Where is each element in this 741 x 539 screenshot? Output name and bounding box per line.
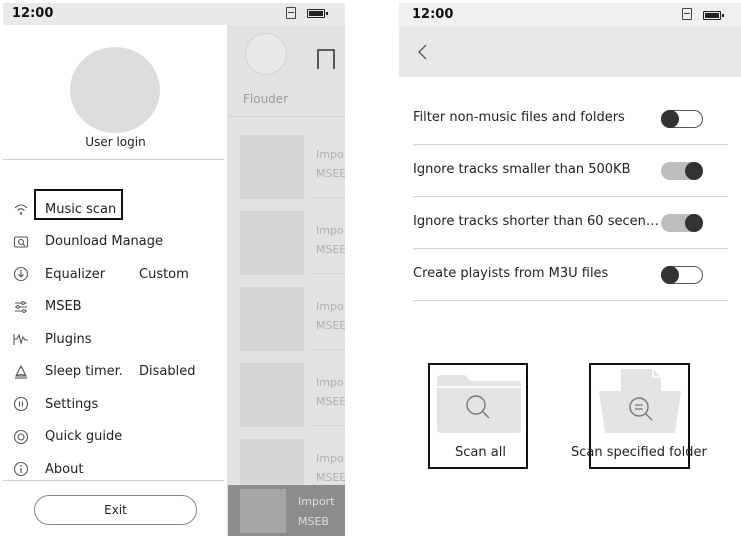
background-list-item: Impo MSEE xyxy=(228,205,345,281)
user-login-link[interactable]: User login xyxy=(3,135,228,149)
track-artist: MSEE xyxy=(316,167,345,180)
about-icon xyxy=(13,461,29,477)
menu-label: Plugins xyxy=(45,331,92,347)
setting-ignore-small-tracks: Ignore tracks smaller than 500KB xyxy=(413,145,728,197)
menu-label: Equalizer xyxy=(45,266,106,282)
track-title: Impo xyxy=(316,224,344,237)
player-thumbnail xyxy=(240,489,286,533)
exit-button[interactable]: Exit xyxy=(34,495,197,525)
scan-all-label: Scan all xyxy=(455,445,506,460)
background-tab-folder: Flouder xyxy=(243,92,289,106)
battery-icon xyxy=(703,11,724,20)
track-title: Impo xyxy=(316,376,344,389)
track-thumbnail xyxy=(240,287,304,351)
music-scan-highlight xyxy=(34,189,123,220)
drawer-divider xyxy=(3,159,224,160)
menu-item-equalizer[interactable]: Equalizer Custom xyxy=(3,258,228,291)
sd-card-icon xyxy=(682,8,692,20)
menu-label: Dounload Manage xyxy=(45,234,163,250)
music-note-icon xyxy=(317,49,335,69)
track-artist: MSEE xyxy=(316,471,345,484)
background-list-item: Impo MSEE xyxy=(228,357,345,433)
track-title: Impo xyxy=(316,300,344,313)
create-m3u-playlists-toggle[interactable] xyxy=(661,266,703,284)
equalizer-icon xyxy=(13,266,29,282)
row-divider xyxy=(313,197,345,198)
menu-item-plugins[interactable]: Plugins xyxy=(3,323,228,356)
setting-ignore-short-tracks: Ignore tracks shorter than 60 secen… xyxy=(413,197,728,249)
menu-label: Settings xyxy=(45,396,99,412)
wifi-scan-icon xyxy=(13,201,29,217)
menu-label: Sleep timer. xyxy=(45,364,123,380)
right-phone-screen: 12:00 Filter non-music files and folders… xyxy=(399,3,741,536)
drawer-menu: Music scan Dounload Manage Equalizer Cus… xyxy=(3,193,228,486)
sd-card-icon xyxy=(286,7,296,19)
status-time: 12:00 xyxy=(12,6,54,21)
player-artist: MSEB xyxy=(298,515,329,528)
setting-filter-non-music: Filter non-music files and folders xyxy=(413,93,728,145)
menu-label: About xyxy=(45,461,84,477)
setting-label: Create playists from M3U files xyxy=(413,266,609,281)
status-bar: 12:00 xyxy=(399,3,741,27)
menu-item-mseb[interactable]: MSEB xyxy=(3,291,228,324)
background-list-item: Impo MSEE xyxy=(228,129,345,205)
menu-item-quick-guide[interactable]: Quick guide xyxy=(3,421,228,454)
background-list-item: Impo MSEE xyxy=(228,281,345,357)
track-thumbnail xyxy=(240,363,304,427)
status-bar: 12:00 xyxy=(3,3,345,25)
setting-label: Filter non-music files and folders xyxy=(413,110,625,125)
setting-label: Ignore tracks smaller than 500KB xyxy=(413,162,631,177)
drawer-divider xyxy=(3,480,224,481)
toggle-knob xyxy=(685,162,703,180)
row-divider xyxy=(313,273,345,274)
equalizer-value: Custom xyxy=(139,266,189,282)
track-thumbnail xyxy=(240,211,304,275)
player-title: Import xyxy=(298,495,335,508)
track-artist: MSEE xyxy=(316,395,345,408)
track-artist: MSEE xyxy=(316,319,345,332)
background-tab-divider xyxy=(228,116,345,117)
track-title: Impo xyxy=(316,452,344,465)
mseb-sliders-icon xyxy=(13,299,29,315)
settings-icon xyxy=(13,396,29,412)
ignore-small-tracks-toggle[interactable] xyxy=(661,162,703,180)
ignore-short-tracks-toggle[interactable] xyxy=(661,214,703,232)
track-thumbnail xyxy=(240,135,304,199)
navigation-drawer: User login Music scan Dounload Manage Eq… xyxy=(3,25,228,536)
toggle-knob xyxy=(661,110,679,128)
avatar[interactable] xyxy=(70,47,160,133)
battery-icon xyxy=(307,9,328,18)
row-divider xyxy=(313,425,345,426)
scan-specified-folder-label: Scan specified folder xyxy=(571,445,707,460)
track-title: Impo xyxy=(316,148,344,161)
sleep-timer-value: Disabled xyxy=(139,364,196,380)
sleep-timer-icon xyxy=(13,364,29,380)
row-divider xyxy=(313,349,345,350)
title-bar xyxy=(399,27,741,77)
background-avatar xyxy=(245,33,287,75)
menu-item-sleep-timer[interactable]: Sleep timer. Disabled xyxy=(3,356,228,389)
menu-item-settings[interactable]: Settings xyxy=(3,388,228,421)
download-manage-icon xyxy=(13,234,29,250)
track-artist: MSEE xyxy=(316,243,345,256)
toggle-knob xyxy=(685,214,703,232)
toggle-knob xyxy=(661,266,679,284)
menu-label: MSEB xyxy=(45,299,82,315)
plugins-icon xyxy=(13,331,29,347)
status-time: 12:00 xyxy=(412,7,454,22)
background-mini-player: Import MSEB xyxy=(228,485,345,536)
filter-non-music-toggle[interactable] xyxy=(661,110,703,128)
menu-label: Quick guide xyxy=(45,429,123,445)
quick-guide-icon xyxy=(13,429,29,445)
setting-create-m3u-playlists: Create playists from M3U files xyxy=(413,249,728,301)
left-phone-screen: Flouder Impo MSEE Impo MSEE Impo MSEE Im… xyxy=(3,3,345,536)
setting-label: Ignore tracks shorter than 60 secen… xyxy=(413,214,659,229)
back-arrow-icon[interactable] xyxy=(417,44,429,60)
menu-item-download-manage[interactable]: Dounload Manage xyxy=(3,226,228,259)
